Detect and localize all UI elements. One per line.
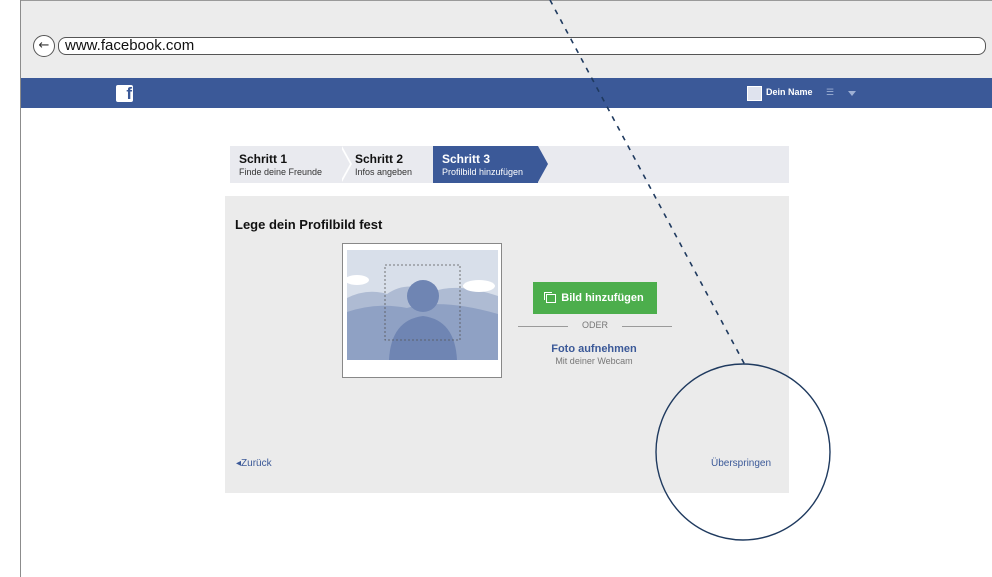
annotation-circle <box>655 363 831 541</box>
annotation-overlay <box>549 0 831 541</box>
annotation-dashed-line <box>549 0 746 366</box>
